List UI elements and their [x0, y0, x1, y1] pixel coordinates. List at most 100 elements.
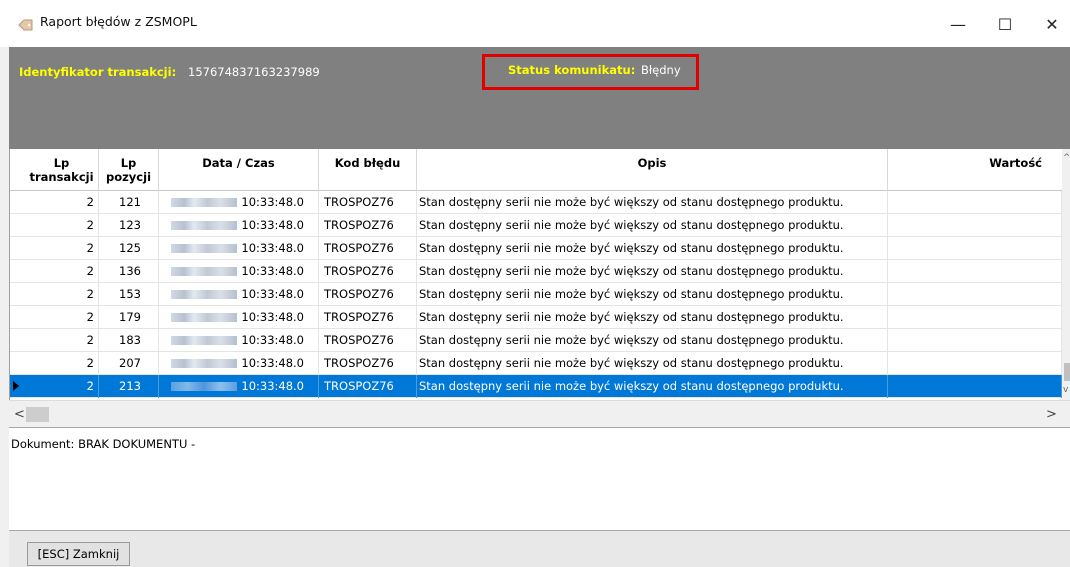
document-info-text: Dokument: BRAK DOKUMENTU -: [11, 437, 196, 451]
window-title: Raport błędów z ZSMOPL: [40, 14, 197, 29]
redacted-date: [171, 290, 238, 299]
cell-data-czas: 10:33:48.0: [159, 283, 319, 306]
cell-lp-transakcji: 2: [25, 329, 99, 352]
grid-header: Lp transakcji Lp pozycji Data / Czas Kod…: [10, 149, 1062, 191]
table-row[interactable]: 2 136 10:33:48.0 TROSPOZ76 Stan dostępny…: [10, 260, 1062, 283]
minimize-button[interactable]: —: [936, 8, 980, 40]
cell-kod-bledu: TROSPOZ76: [319, 283, 417, 306]
cell-lp-pozycji: 207: [99, 352, 159, 375]
cell-kod-bledu: TROSPOZ76: [319, 214, 417, 237]
column-header-lp-pozycji[interactable]: Lp pozycji: [99, 149, 159, 191]
cell-lp-transakcji: 2: [25, 260, 99, 283]
cell-wartosc: [888, 214, 1062, 237]
close-window-button[interactable]: ✕: [1030, 8, 1070, 40]
cell-lp-pozycji: 213: [99, 375, 159, 398]
horizontal-scroll-thumb[interactable]: [26, 407, 49, 422]
cell-kod-bledu: TROSPOZ76: [319, 237, 417, 260]
cell-opis: Stan dostępny serii nie może być większy…: [417, 375, 888, 398]
cell-lp-pozycji: 121: [99, 191, 159, 214]
table-row[interactable]: 2 183 10:33:48.0 TROSPOZ76 Stan dostępny…: [10, 329, 1062, 352]
redacted-date: [171, 313, 238, 322]
cell-lp-pozycji: 136: [99, 260, 159, 283]
cell-kod-bledu: TROSPOZ76: [319, 260, 417, 283]
scroll-up-icon[interactable]: ^: [1063, 153, 1070, 163]
table-row[interactable]: 2 179 10:33:48.0 TROSPOZ76 Stan dostępny…: [10, 306, 1062, 329]
horizontal-scrollbar[interactable]: < >: [9, 400, 1070, 427]
table-row[interactable]: 2 207 10:33:48.0 TROSPOZ76 Stan dostępny…: [10, 352, 1062, 375]
vertical-scrollbar[interactable]: ^ v: [1062, 149, 1070, 400]
redacted-date: [171, 382, 238, 391]
cell-lp-pozycji: 179: [99, 306, 159, 329]
redacted-date: [171, 198, 238, 207]
cell-lp-pozycji: 123: [99, 214, 159, 237]
redacted-date: [171, 336, 238, 345]
cell-kod-bledu: TROSPOZ76: [319, 352, 417, 375]
cell-wartosc: [888, 375, 1062, 398]
cell-lp-transakcji: 2: [25, 191, 99, 214]
document-details-panel: Dokument: BRAK DOKUMENTU -: [9, 427, 1070, 531]
cell-opis: Stan dostępny serii nie może być większy…: [417, 214, 888, 237]
column-header-lp-transakcji[interactable]: Lp transakcji: [25, 149, 99, 191]
cell-kod-bledu: TROSPOZ76: [319, 306, 417, 329]
column-header-opis[interactable]: Opis: [417, 149, 888, 191]
cell-lp-transakcji: 2: [25, 375, 99, 398]
cell-opis: Stan dostępny serii nie może być większy…: [417, 306, 888, 329]
cell-wartosc: [888, 237, 1062, 260]
cell-wartosc: [888, 283, 1062, 306]
cell-wartosc: [888, 352, 1062, 375]
cell-wartosc: [888, 306, 1062, 329]
transaction-header-panel: Identyfikator transakcji: 15767483716323…: [9, 47, 1070, 149]
scroll-left-icon[interactable]: <: [14, 407, 25, 422]
cell-opis: Stan dostępny serii nie może być większy…: [417, 283, 888, 306]
redacted-date: [171, 244, 238, 253]
cell-data-czas: 10:33:48.0: [159, 237, 319, 260]
cell-kod-bledu: TROSPOZ76: [319, 375, 417, 398]
cell-lp-transakcji: 2: [25, 237, 99, 260]
cell-data-czas: 10:33:48.0: [159, 191, 319, 214]
cell-lp-transakcji: 2: [25, 283, 99, 306]
vertical-scroll-thumb[interactable]: [1064, 363, 1070, 381]
cell-data-czas: 10:33:48.0: [159, 329, 319, 352]
transaction-id-label: Identyfikator transakcji:: [19, 65, 177, 79]
table-row[interactable]: 2 125 10:33:48.0 TROSPOZ76 Stan dostępny…: [10, 237, 1062, 260]
cell-lp-pozycji: 153: [99, 283, 159, 306]
cell-data-czas: 10:33:48.0: [159, 214, 319, 237]
close-button[interactable]: [ESC] Zamknij: [27, 542, 130, 566]
cell-opis: Stan dostępny serii nie może być większy…: [417, 260, 888, 283]
cell-wartosc: [888, 191, 1062, 214]
cell-lp-transakcji: 2: [25, 214, 99, 237]
column-header-data-czas[interactable]: Data / Czas: [159, 149, 319, 191]
cell-opis: Stan dostępny serii nie może być większy…: [417, 191, 888, 214]
tag-icon: [18, 19, 33, 31]
cell-kod-bledu: TROSPOZ76: [319, 191, 417, 214]
table-row[interactable]: 2 123 10:33:48.0 TROSPOZ76 Stan dostępny…: [10, 214, 1062, 237]
cell-data-czas: 10:33:48.0: [159, 306, 319, 329]
cell-lp-pozycji: 183: [99, 329, 159, 352]
redacted-date: [171, 359, 238, 368]
bottom-toolbar: [ESC] Zamknij: [9, 531, 1070, 567]
maximize-button[interactable]: ☐: [983, 8, 1027, 40]
column-header-wartosc[interactable]: Wartość: [888, 149, 1062, 191]
column-header-kod-bledu[interactable]: Kod błędu: [319, 149, 417, 191]
table-row[interactable]: 2 121 10:33:48.0 TROSPOZ76 Stan dostępny…: [10, 191, 1062, 214]
transaction-id-value: 157674837163237989: [188, 65, 320, 79]
scroll-down-icon[interactable]: v: [1063, 385, 1068, 395]
status-label: Status komunikatu:: [508, 63, 636, 77]
cell-opis: Stan dostępny serii nie może być większy…: [417, 352, 888, 375]
redacted-date: [171, 267, 238, 276]
cell-opis: Stan dostępny serii nie może być większy…: [417, 237, 888, 260]
scroll-right-icon[interactable]: >: [1046, 407, 1057, 422]
table-row[interactable]: 2 153 10:33:48.0 TROSPOZ76 Stan dostępny…: [10, 283, 1062, 306]
cell-opis: Stan dostępny serii nie może być większy…: [417, 329, 888, 352]
cell-lp-pozycji: 125: [99, 237, 159, 260]
cell-wartosc: [888, 260, 1062, 283]
cell-kod-bledu: TROSPOZ76: [319, 329, 417, 352]
redacted-date: [171, 221, 238, 230]
table-row-selected[interactable]: 2 213 10:33:48.0 TROSPOZ76 Stan dostępny…: [10, 375, 1062, 398]
cell-lp-transakcji: 2: [25, 352, 99, 375]
current-row-indicator-icon: [13, 381, 19, 391]
error-grid[interactable]: Lp transakcji Lp pozycji Data / Czas Kod…: [9, 149, 1070, 400]
status-value: Błędny: [641, 63, 681, 77]
cell-data-czas: 10:33:48.0: [159, 352, 319, 375]
cell-lp-transakcji: 2: [25, 306, 99, 329]
